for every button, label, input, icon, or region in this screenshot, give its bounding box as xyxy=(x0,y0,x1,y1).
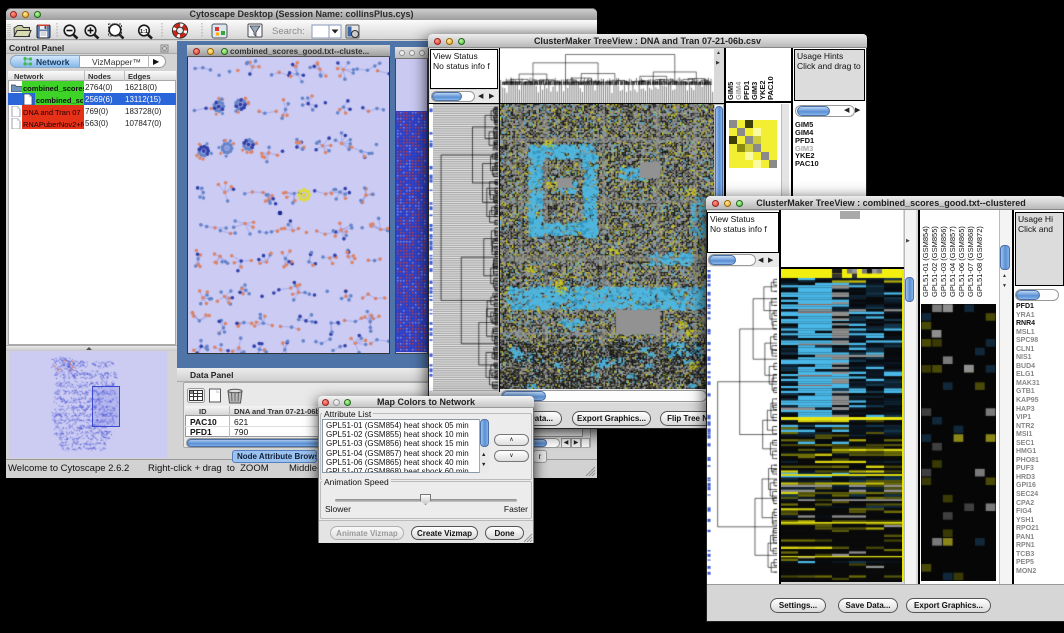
svg-text:1:1: 1:1 xyxy=(140,29,148,35)
svg-text:Search:: Search: xyxy=(272,26,305,37)
